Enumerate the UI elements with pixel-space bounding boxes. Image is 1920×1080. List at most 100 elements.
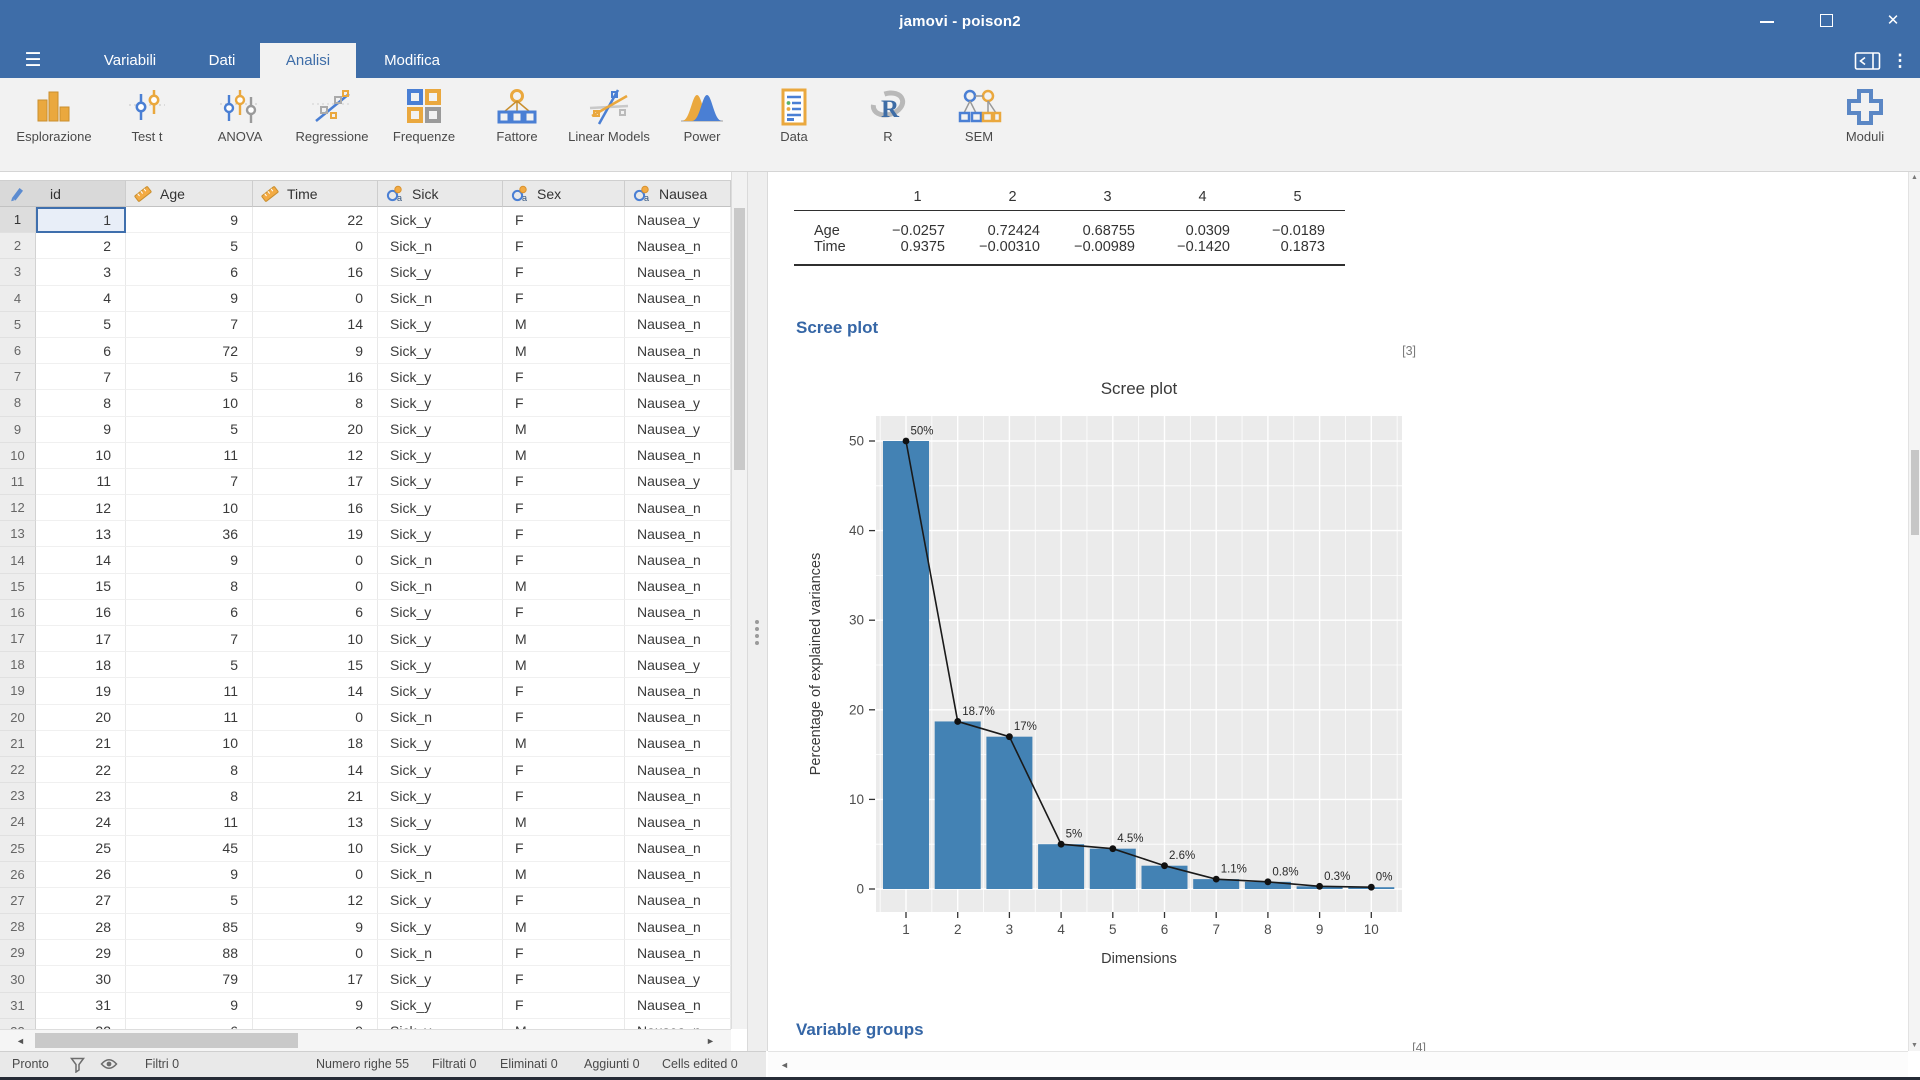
cell[interactable]: 0: [253, 862, 378, 888]
cell[interactable]: 9: [126, 993, 253, 1019]
cell[interactable]: Sick_y: [378, 207, 503, 233]
cell[interactable]: 5: [36, 312, 126, 338]
cell[interactable]: Sick_n: [378, 233, 503, 259]
cell[interactable]: 32: [36, 1019, 126, 1029]
row-number[interactable]: 8: [0, 390, 36, 416]
cell[interactable]: F: [503, 364, 625, 390]
cell[interactable]: M: [503, 626, 625, 652]
cell[interactable]: 4: [36, 286, 126, 312]
cell[interactable]: 30: [36, 966, 126, 992]
row-number[interactable]: 4: [0, 286, 36, 312]
cell[interactable]: 14: [253, 312, 378, 338]
cell[interactable]: 10: [126, 390, 253, 416]
ribbon-frequenze[interactable]: Frequenze: [376, 87, 472, 144]
column-header-Sex[interactable]: aSex: [503, 180, 625, 207]
scroll-up-icon[interactable]: ▲: [1909, 174, 1920, 181]
spreadsheet-vertical-scrollbar[interactable]: [731, 172, 747, 1029]
cell[interactable]: 31: [36, 993, 126, 1019]
row-number[interactable]: 27: [0, 888, 36, 914]
cell[interactable]: Sick_y: [378, 626, 503, 652]
cell[interactable]: 9: [126, 286, 253, 312]
row-number[interactable]: 9: [0, 417, 36, 443]
cell[interactable]: 8: [36, 390, 126, 416]
ribbon-r[interactable]: R R: [840, 87, 936, 144]
cell[interactable]: M: [503, 862, 625, 888]
row-number[interactable]: 30: [0, 966, 36, 992]
row-number[interactable]: 6: [0, 338, 36, 364]
cell[interactable]: 10: [36, 443, 126, 469]
cell[interactable]: 25: [36, 836, 126, 862]
close-button[interactable]: ✕: [1876, 6, 1910, 36]
row-number[interactable]: 14: [0, 547, 36, 573]
cell[interactable]: F: [503, 390, 625, 416]
cell[interactable]: 9: [253, 338, 378, 364]
cell[interactable]: Nausea_n: [625, 364, 731, 390]
cell[interactable]: 1: [36, 207, 126, 233]
cell[interactable]: M: [503, 809, 625, 835]
cell[interactable]: 5: [126, 652, 253, 678]
row-number[interactable]: 29: [0, 940, 36, 966]
cell[interactable]: 5: [126, 364, 253, 390]
cell[interactable]: 8: [126, 757, 253, 783]
cell[interactable]: Nausea_n: [625, 678, 731, 704]
panel-splitter[interactable]: [747, 172, 768, 1051]
cell[interactable]: 16: [36, 600, 126, 626]
cell[interactable]: 36: [126, 521, 253, 547]
cell[interactable]: 5: [126, 417, 253, 443]
cell[interactable]: F: [503, 940, 625, 966]
cell[interactable]: 9: [253, 1019, 378, 1029]
cell[interactable]: Sick_n: [378, 574, 503, 600]
cell[interactable]: Sick_y: [378, 783, 503, 809]
cell[interactable]: 12: [253, 888, 378, 914]
cell[interactable]: Sick_y: [378, 495, 503, 521]
row-number[interactable]: 17: [0, 626, 36, 652]
cell[interactable]: M: [503, 338, 625, 364]
cell[interactable]: M: [503, 731, 625, 757]
row-number[interactable]: 12: [0, 495, 36, 521]
cell[interactable]: 72: [126, 338, 253, 364]
cell[interactable]: 9: [126, 547, 253, 573]
row-number[interactable]: 18: [0, 652, 36, 678]
cell[interactable]: Nausea_n: [625, 338, 731, 364]
cell[interactable]: F: [503, 993, 625, 1019]
cell[interactable]: 16: [253, 364, 378, 390]
cell[interactable]: 0: [253, 705, 378, 731]
cell[interactable]: Sick_y: [378, 888, 503, 914]
cell[interactable]: 11: [126, 443, 253, 469]
cell[interactable]: 14: [253, 757, 378, 783]
results-panel-toggle-icon[interactable]: [1854, 51, 1882, 71]
scrollbar-thumb[interactable]: [734, 208, 745, 470]
row-number[interactable]: 26: [0, 862, 36, 888]
cell[interactable]: 6: [126, 1019, 253, 1029]
cell[interactable]: 6: [36, 338, 126, 364]
cell[interactable]: 9: [253, 914, 378, 940]
row-number[interactable]: 21: [0, 731, 36, 757]
cell[interactable]: Sick_y: [378, 259, 503, 285]
cell[interactable]: Sick_n: [378, 705, 503, 731]
cell[interactable]: 19: [36, 678, 126, 704]
cell[interactable]: 0: [253, 286, 378, 312]
ribbon-linear-models[interactable]: Linear Models: [561, 87, 657, 144]
cell[interactable]: F: [503, 966, 625, 992]
cell[interactable]: Sick_n: [378, 862, 503, 888]
cell[interactable]: 15: [253, 652, 378, 678]
cell[interactable]: Nausea_y: [625, 652, 731, 678]
ribbon-power[interactable]: Power: [654, 87, 750, 144]
cell[interactable]: 9: [36, 417, 126, 443]
row-number[interactable]: 23: [0, 783, 36, 809]
cell[interactable]: Sick_y: [378, 364, 503, 390]
cell[interactable]: 10: [253, 836, 378, 862]
ribbon-test-t[interactable]: Test t: [99, 87, 195, 144]
cell[interactable]: 12: [253, 443, 378, 469]
cell[interactable]: Nausea_n: [625, 809, 731, 835]
cell[interactable]: Sick_y: [378, 993, 503, 1019]
cell[interactable]: Nausea_n: [625, 836, 731, 862]
cell[interactable]: Sick_y: [378, 731, 503, 757]
column-header-Time[interactable]: Time: [253, 180, 378, 207]
cell[interactable]: 88: [126, 940, 253, 966]
cell[interactable]: 24: [36, 809, 126, 835]
cell[interactable]: M: [503, 312, 625, 338]
cell[interactable]: Sick_n: [378, 547, 503, 573]
cell[interactable]: 14: [36, 547, 126, 573]
cell[interactable]: 0: [253, 547, 378, 573]
